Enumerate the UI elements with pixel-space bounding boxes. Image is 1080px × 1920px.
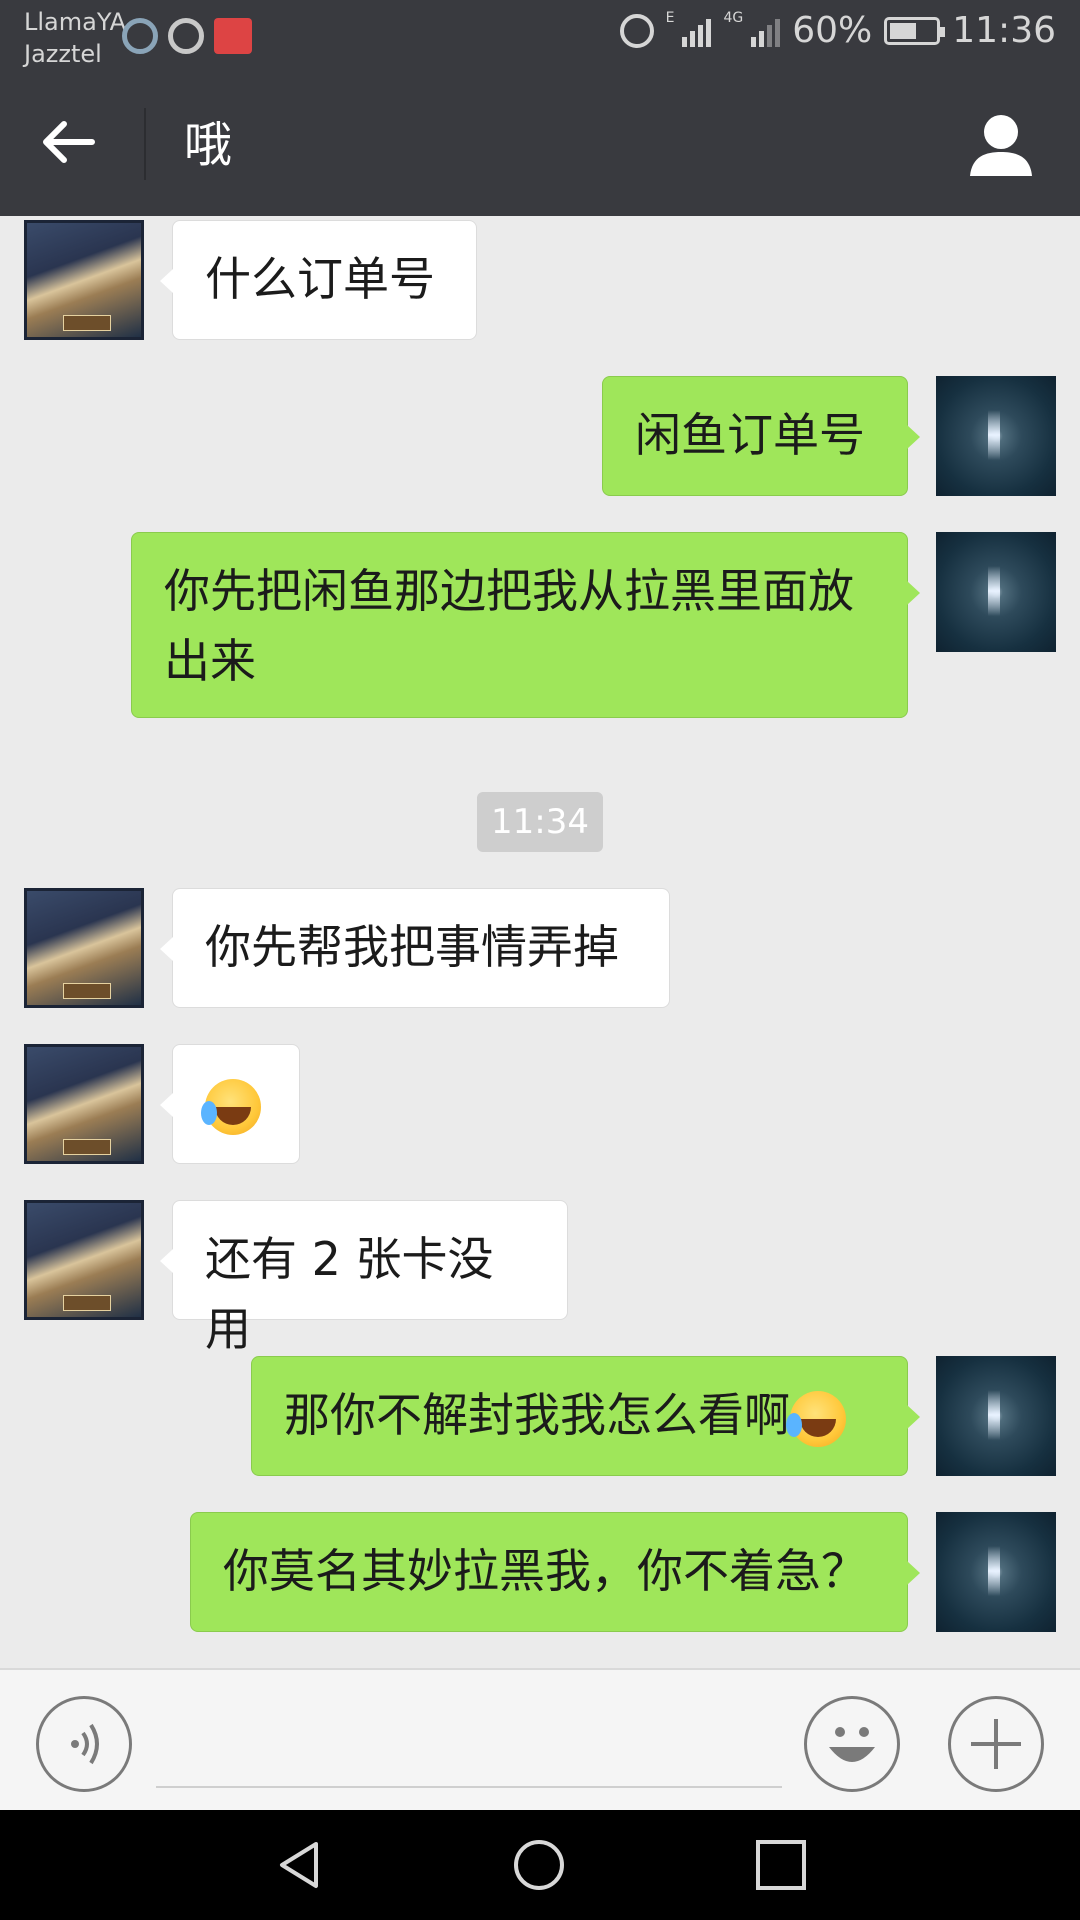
notification-icons [122,18,252,54]
message-bubble-outgoing[interactable]: 闲鱼订单号 [602,376,920,496]
smiley-icon [829,1727,875,1762]
chat-header: 哦 [0,74,1080,216]
message-text: 还有 2 张卡没用 [205,1232,494,1356]
voice-input-button[interactable] [36,1696,132,1792]
message-text: 你先帮我把事情弄掉 [205,920,619,974]
message-text: 你莫名其妙拉黑我，你不着急？ [223,1544,867,1598]
signal-icon [682,15,712,47]
message-text: 那你不解封我我怎么看啊 [284,1388,790,1442]
message-text-line-1: 你先把闲鱼那边把我从拉黑里面放 [164,564,854,618]
status-bar: LlamaYA Jazztel E 4G 60% 11:36 [0,0,1080,74]
clock: 11:36 [952,10,1056,51]
signal-icon-2 [751,15,781,47]
message-bubble-incoming[interactable] [160,1044,300,1164]
contact-avatar[interactable] [24,888,144,1008]
message-text-line-2: 出来 [164,634,256,688]
timestamp-badge: 11:34 [477,792,603,852]
message-bubble-incoming[interactable]: 你先帮我把事情弄掉 [160,888,670,1008]
my-avatar[interactable] [936,532,1056,652]
network-type-e: E [665,10,675,26]
my-avatar[interactable] [936,1356,1056,1476]
my-avatar[interactable] [936,1512,1056,1632]
qq-icon [168,18,204,54]
carrier-name: LlamaYA Jazztel [24,6,126,70]
nav-home-icon[interactable] [514,1840,564,1890]
carrier-line-1: LlamaYA [24,8,127,36]
plus-icon [971,1719,1021,1769]
alarm-icon [619,13,654,48]
message-bubble-outgoing[interactable]: 你先把闲鱼那边把我从拉黑里面放 出来 [131,532,920,718]
nav-back-icon [280,1842,318,1888]
crying-laughing-emoji-icon [786,1390,846,1447]
qq-browser-icon [122,18,158,54]
video-app-icon [214,18,252,54]
message-text: 什么订单号 [205,252,435,306]
system-nav-bar [0,1810,1080,1920]
message-list[interactable]: 什么订单号 闲鱼订单号 你先把闲鱼那边把我从拉黑里面放 出来 11:34 你先帮… [0,216,1080,1668]
message-input[interactable] [156,1786,782,1788]
battery-icon [884,16,946,45]
message-bubble-incoming[interactable]: 什么订单号 [160,220,477,340]
contact-avatar[interactable] [24,1044,144,1164]
contact-avatar[interactable] [24,220,144,340]
contact-info-button[interactable] [966,112,1036,178]
nav-recents-icon[interactable] [756,1840,806,1890]
carrier-line-2: Jazztel [24,40,102,68]
person-icon [970,115,1032,176]
input-bar [0,1668,1080,1810]
network-type-4g: 4G [723,10,744,26]
my-avatar[interactable] [936,376,1056,496]
emoji-button[interactable] [804,1696,900,1792]
voice-icon [71,1723,99,1765]
nav-back-button[interactable] [276,1840,326,1890]
crying-laughing-emoji-icon [201,1078,261,1135]
battery-level [890,22,917,39]
message-bubble-incoming[interactable]: 还有 2 张卡没用 [160,1200,568,1356]
status-icons: E 4G 60% 11:36 [619,10,1056,51]
battery-percent: 60% [792,10,873,51]
message-bubble-outgoing[interactable]: 那你不解封我我怎么看啊 [251,1356,920,1476]
arrow-left-icon [43,121,95,163]
back-button[interactable] [40,114,110,174]
message-bubble-outgoing[interactable]: 你莫名其妙拉黑我，你不着急？ [190,1512,920,1632]
more-options-button[interactable] [948,1696,1044,1792]
chat-title: 哦 [184,117,233,173]
header-divider [144,108,146,180]
contact-avatar[interactable] [24,1200,144,1320]
message-text: 闲鱼订单号 [635,408,865,462]
